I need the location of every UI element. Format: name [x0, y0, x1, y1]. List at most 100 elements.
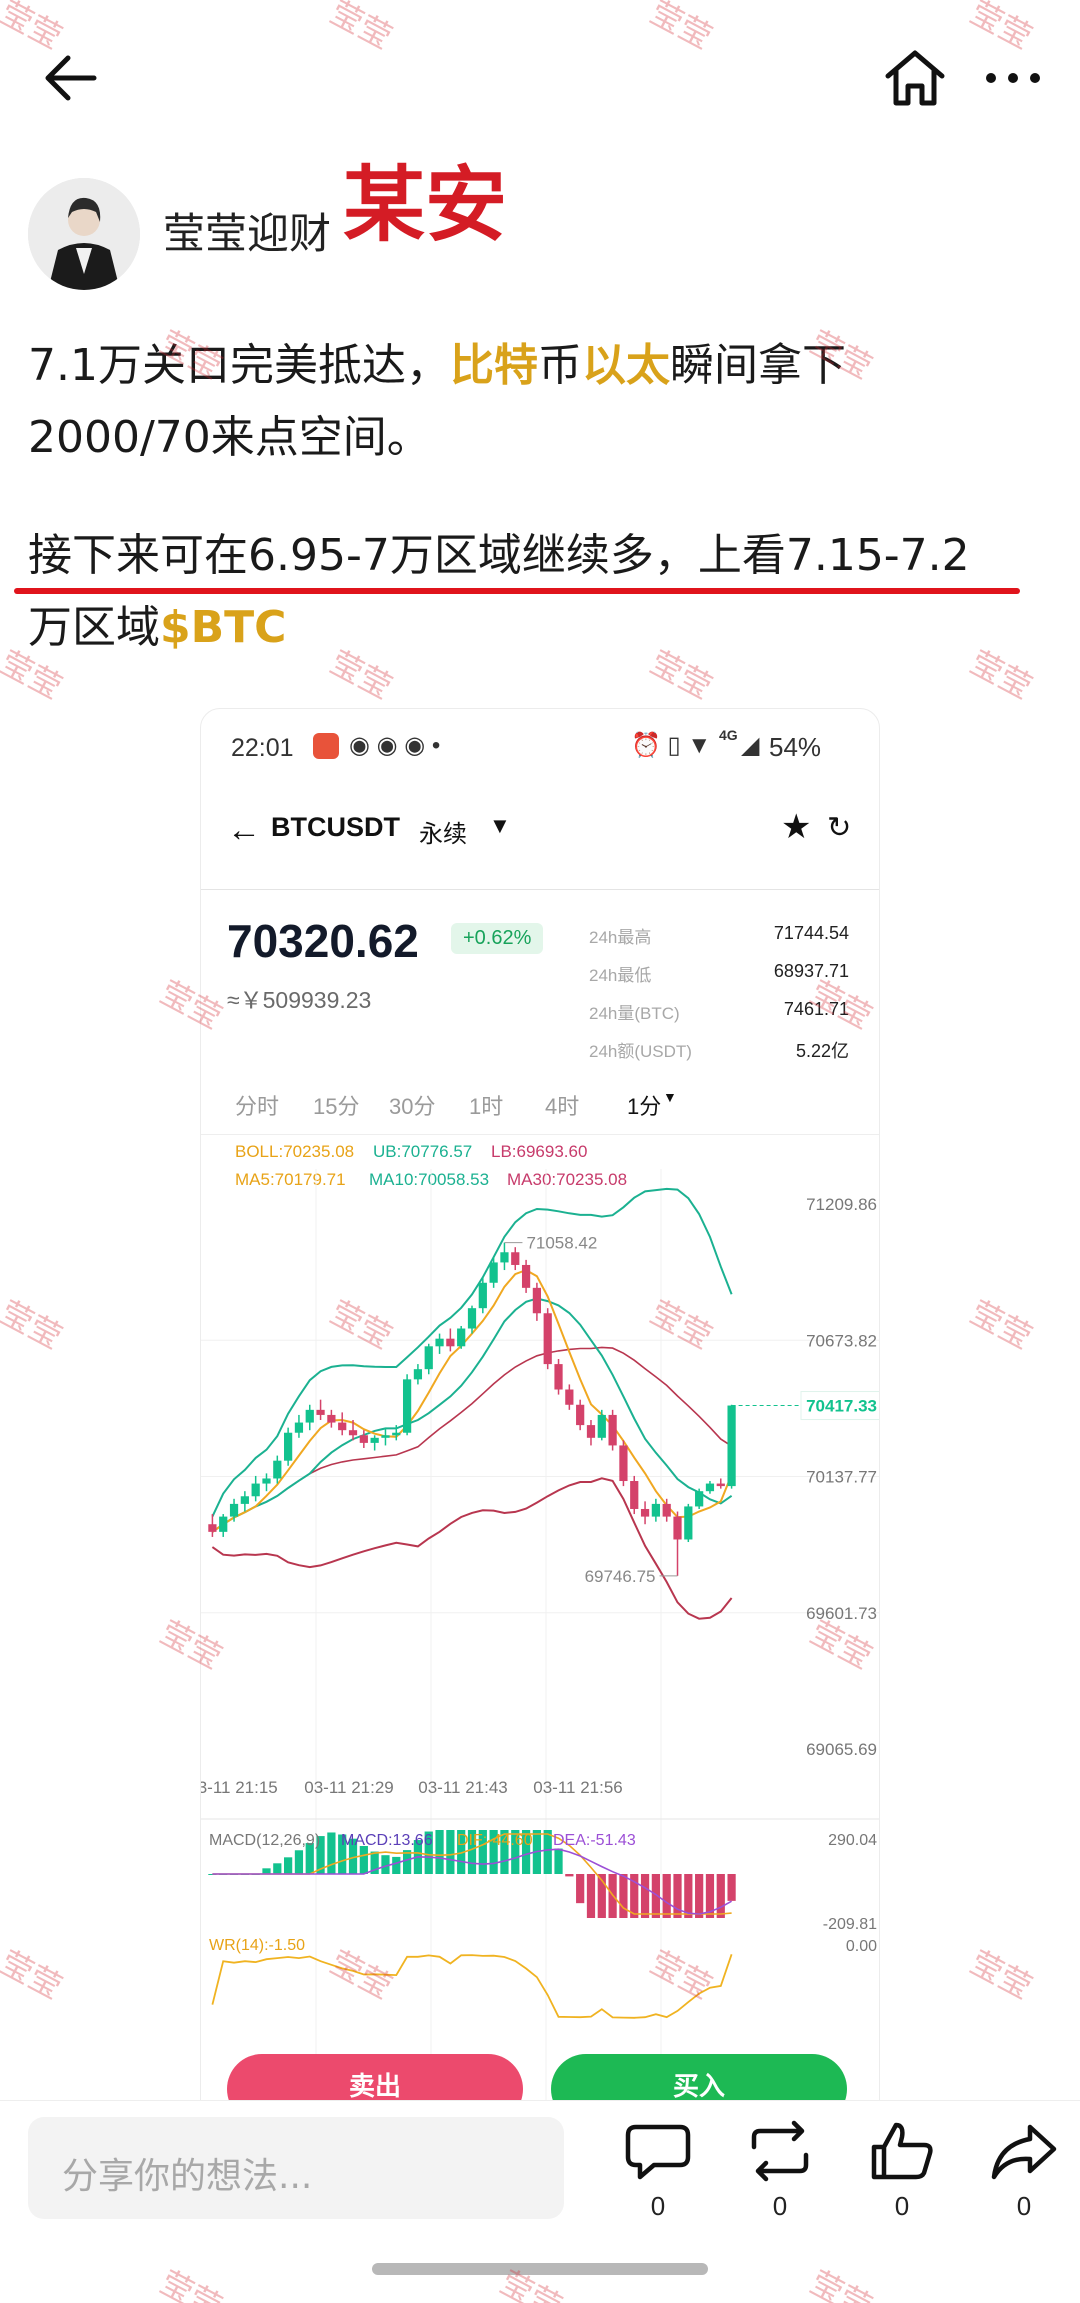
candle-body	[392, 1432, 401, 1436]
x-axis-tick-label: 03-11 21:29	[304, 1778, 393, 1797]
macd-bar	[662, 1874, 671, 1918]
candle-body	[565, 1389, 574, 1405]
post-text-span: 万区域	[28, 602, 160, 653]
red-underline	[14, 588, 1020, 594]
candle-body	[640, 1508, 650, 1517]
candle-body	[489, 1262, 498, 1283]
wr-axis-top: 0.00	[845, 1938, 877, 1955]
candle-body	[327, 1414, 336, 1423]
candle-body	[521, 1264, 531, 1288]
high-price-label: 71058.42	[526, 1234, 597, 1253]
candle-body	[381, 1435, 390, 1438]
candle-body	[727, 1405, 736, 1487]
candle-body	[673, 1516, 682, 1540]
candle-body	[695, 1491, 704, 1507]
author-header: 莹莹迎财 某安	[28, 158, 928, 290]
candle-body	[219, 1516, 228, 1532]
candle-body	[467, 1308, 477, 1329]
candle-body	[316, 1409, 325, 1415]
comment-button[interactable]: 0	[618, 2119, 698, 2229]
last-price-label: 70417.33	[806, 1397, 877, 1416]
home-indicator	[372, 2263, 708, 2275]
candle-body	[338, 1422, 347, 1431]
share-count: 0	[1016, 2191, 1032, 2221]
y-axis-tick-label: 69601.73	[806, 1604, 877, 1623]
avatar[interactable]	[28, 178, 140, 290]
candle-body	[532, 1287, 542, 1314]
macd-bar	[273, 1863, 282, 1874]
back-arrow-icon[interactable]	[40, 52, 100, 104]
keyword-btc[interactable]: 比特	[450, 340, 538, 391]
candle-body	[597, 1414, 606, 1438]
macd-bar	[673, 1874, 682, 1918]
comment-input[interactable]: 分享你的想法...	[28, 2117, 564, 2219]
candle-body	[511, 1252, 520, 1265]
home-icon[interactable]	[880, 48, 950, 108]
comment-icon	[625, 2124, 691, 2180]
boll-lower-line	[211, 1477, 733, 1620]
candle-body	[630, 1481, 639, 1509]
candle-body	[240, 1496, 249, 1504]
repost-icon	[751, 2120, 809, 2182]
candle-body	[370, 1437, 379, 1443]
y-axis-tick-label: 70673.82	[806, 1331, 877, 1350]
candle-body	[435, 1338, 444, 1347]
wr-line	[211, 1954, 733, 2019]
candle-body	[305, 1409, 314, 1423]
macd-bar	[392, 1856, 401, 1874]
watermark-text: 莹莹	[963, 1942, 1039, 2007]
macd-title: MACD(12,26,9)	[209, 1832, 321, 1849]
candle-body	[262, 1478, 271, 1484]
candle-body	[359, 1435, 368, 1443]
macd-bar	[576, 1874, 585, 1904]
post-text-span: 接下来可在6.95-7万区域继续多，上看7.15-7.2	[28, 530, 970, 581]
candle-body	[229, 1503, 239, 1517]
btc-ticker-link[interactable]: $BTC	[160, 602, 286, 653]
x-axis-tick-label: 03-11 21:43	[418, 1778, 507, 1797]
macd-bar	[284, 1857, 293, 1874]
top-bar	[0, 0, 1080, 150]
candle-body	[273, 1460, 282, 1479]
macd-bar	[640, 1874, 650, 1918]
candle-body	[608, 1414, 617, 1446]
author-name[interactable]: 莹莹迎财	[163, 200, 331, 261]
post-text-span: 7.1万关口完美抵达，	[28, 340, 450, 391]
candle-body	[402, 1379, 412, 1433]
low-price-label: 69746.75	[585, 1567, 656, 1586]
candle-body	[619, 1445, 628, 1482]
candle-body	[208, 1524, 217, 1532]
candle-body	[716, 1483, 725, 1487]
embedded-screenshot[interactable]: 22:01 ◉ ◉ ◉ • ⏰ ▯ ▼ 4G ◢ 54% ← BTCUSDT 永…	[200, 708, 880, 2103]
candle-body	[684, 1506, 693, 1540]
post-text-span: 2000/70来点空间。	[28, 412, 431, 463]
watermark-text: 莹莹	[0, 1942, 69, 2007]
like-count: 0	[894, 2191, 910, 2221]
keyword-eth[interactable]: 以太	[582, 340, 670, 391]
candle-body	[543, 1313, 552, 1365]
candle-body	[294, 1422, 304, 1433]
macd-bar	[586, 1874, 596, 1918]
macd-value: MACD:13.66	[341, 1832, 433, 1849]
candle-body	[554, 1364, 563, 1390]
more-options-icon[interactable]	[978, 60, 1048, 96]
candle-body	[424, 1346, 433, 1370]
macd-bar	[695, 1874, 704, 1918]
candle-body	[446, 1338, 455, 1347]
watermark-text: 莹莹	[963, 1292, 1039, 1357]
macd-bar	[619, 1874, 628, 1918]
repost-count: 0	[772, 2191, 788, 2221]
macd-bar	[727, 1874, 736, 1901]
share-icon	[991, 2124, 1057, 2180]
y-axis-tick-label: 69065.69	[806, 1740, 877, 1759]
post-text-span: 币	[537, 340, 582, 391]
share-button[interactable]: 0	[984, 2119, 1064, 2229]
x-axis-tick-label: 03-11 21:15	[201, 1778, 278, 1797]
dif-value: DIF:-44.60	[457, 1832, 533, 1849]
candle-body	[500, 1252, 509, 1263]
macd-bar	[262, 1868, 271, 1874]
post-text-span: 瞬间拿下	[669, 340, 846, 391]
like-button[interactable]: 0	[862, 2119, 942, 2229]
comment-count: 0	[650, 2191, 666, 2221]
repost-button[interactable]: 0	[740, 2119, 820, 2229]
macd-bar	[359, 1846, 368, 1874]
